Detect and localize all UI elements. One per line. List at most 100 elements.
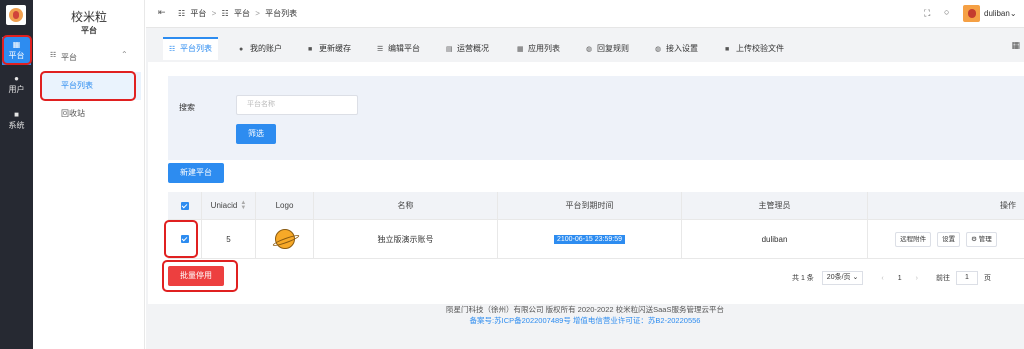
tab-access-settings[interactable]: ◍ 接入设置 [655, 37, 698, 60]
column-header-label: 主管理员 [758, 201, 791, 210]
breadcrumb: ☷ 平台 > ☷ 平台 > 平台列表 [178, 8, 300, 19]
header-actions: ⛶ ○ duliban⌄ [914, 4, 1024, 24]
tab-update-cache[interactable]: ■ 更新缓存 [308, 37, 351, 60]
jump-label: 前往 [935, 275, 950, 282]
tab-label: 我的账户 [250, 44, 282, 53]
cell-name: 独立版演示账号 [314, 220, 498, 258]
avatar[interactable] [963, 5, 980, 22]
tab-reply-rules[interactable]: ◍ 回复规则 [586, 37, 629, 60]
tab-upload-verify[interactable]: ■ 上传校验文件 [725, 37, 784, 60]
sidebar-item-label: 回收站 [61, 109, 85, 118]
refresh-icon[interactable]: ○ [944, 7, 949, 17]
jump-page-input[interactable]: 1 [955, 271, 978, 285]
sidebar-group-label: 平台 [61, 53, 77, 62]
pagination-total: 共 1 条 [792, 275, 814, 282]
rail-item-label: 用户 [8, 85, 25, 94]
user-icon: ● [239, 46, 244, 53]
user-icon: ● [14, 74, 19, 83]
windows-icon: ■ [14, 110, 19, 119]
breadcrumb-current: 平台列表 [265, 9, 298, 18]
rail-item-user[interactable]: ● 用户 [2, 71, 31, 99]
footer-copyright: 陨星门科技（徐州）有限公司 版权所有 2020-2022 校米粒闪送SaaS服务… [446, 305, 724, 314]
content-panel: 搜索 平台名称 筛选 新建平台 Uniacid ▲ ▼ Logo 名称 平台到期时间… [148, 62, 1024, 304]
cell-admin: duliban [682, 220, 868, 258]
sub-sidebar: 校米粒 平台 ☷ 平台 ⌃ 平台列表 回收站 [33, 0, 145, 349]
fullscreen-icon[interactable]: ⛶ [924, 8, 930, 19]
tab-label: 运营概况 [457, 44, 489, 53]
highlight-ring [162, 260, 238, 292]
rail-item-system[interactable]: ■ 系统 [2, 107, 31, 135]
brand-logo [6, 5, 26, 25]
chart-icon: ▤ [446, 46, 453, 53]
chevron-down-icon: ⌄ [1009, 9, 1017, 18]
highlight-ring [40, 71, 136, 101]
table-header: Uniacid ▲ ▼ Logo 名称 平台到期时间 主管理员 操作 [168, 192, 1024, 220]
settings-button[interactable]: 设置 [937, 231, 961, 247]
grid-icon: ☷ [221, 9, 229, 18]
cell-actions: 远程附件 设置 ⚙ 管理 [868, 220, 1024, 258]
page-size-select[interactable]: 20条/页 ⌄ [821, 271, 864, 285]
sort-icon: ▲ ▼ [240, 199, 247, 211]
column-header-admin: 主管理员 [682, 192, 868, 219]
jump-suffix: 页 [983, 275, 991, 282]
chevron-up-icon: ⌃ [121, 50, 128, 59]
tab-edit-platform[interactable]: ☰ 编辑平台 [377, 37, 420, 60]
footer-icp-link[interactable]: 备案号:苏ICP备2022007489号 增值电信营业许可证：苏B2-20220… [146, 315, 1024, 326]
sidebar-group-platform[interactable]: ☷ 平台 ⌃ [33, 50, 145, 64]
apps-icon[interactable]: ▦ [1011, 40, 1020, 51]
highlight-ring [2, 35, 32, 65]
breadcrumb-separator: > [211, 9, 217, 18]
tab-my-account[interactable]: ● 我的账户 [239, 37, 282, 60]
select-all-checkbox[interactable] [168, 192, 202, 219]
tab-app-list[interactable]: ▦ 应用列表 [517, 37, 560, 60]
prev-page-icon[interactable]: ‹ [881, 275, 883, 282]
column-header-name: 名称 [314, 192, 498, 219]
page-size-value: 20条/页 [826, 274, 851, 281]
breadcrumb-separator: > [255, 9, 260, 18]
sidebar-item-recycle-bin[interactable]: 回收站 [41, 100, 141, 128]
tab-platform-list[interactable]: ☷ 平台列表 [163, 37, 218, 60]
new-platform-button[interactable]: 新建平台 [168, 163, 224, 183]
planet-logo-icon [274, 229, 295, 249]
list-icon: ☰ [377, 46, 384, 53]
cell-expire: 2100-06-15 23:59:59 [498, 220, 682, 258]
column-header-label: 名称 [397, 201, 414, 210]
page-footer: 陨星门科技（徐州）有限公司 版权所有 2020-2022 校米粒闪送SaaS服务… [146, 304, 1024, 326]
username: duliban [984, 9, 1010, 18]
grid-icon: ☷ [169, 46, 176, 53]
cell-uniacid: 5 [202, 220, 256, 258]
rail-item-label: 系统 [8, 121, 25, 130]
grid-icon: ☷ [178, 9, 186, 18]
manage-button[interactable]: ⚙ 管理 [966, 231, 997, 247]
chat-icon: ◍ [586, 46, 593, 53]
column-header-actions: 操作 [868, 192, 1024, 219]
search-input[interactable]: 平台名称 [236, 95, 358, 115]
table-row: 5 独立版演示账号 2100-06-15 23:59:59 duliban 远程… [168, 220, 1024, 259]
grid-icon: ☷ [50, 52, 57, 59]
user-menu[interactable]: duliban⌄ [984, 9, 1017, 18]
column-header-label: Uniacid [210, 201, 238, 210]
filter-panel: 搜索 平台名称 筛选 [168, 76, 1024, 160]
tab-label: 应用列表 [528, 44, 560, 53]
column-header-label: 操作 [1000, 201, 1016, 210]
tab-bar: ☷ 平台列表 ● 我的账户 ■ 更新缓存 ☰ 编辑平台 ▤ 运营概况 ▦ 应用列表 ◍ 回复规… [146, 27, 1024, 62]
platform-table: Uniacid ▲ ▼ Logo 名称 平台到期时间 主管理员 操作 5 独立版演示… [168, 192, 1024, 259]
page-number[interactable]: 1 [898, 275, 902, 282]
collapse-menu-icon[interactable]: ⇤ [158, 7, 166, 18]
windows-icon: ■ [308, 46, 313, 53]
highlight-ring [164, 220, 198, 258]
tab-operations[interactable]: ▤ 运营概况 [446, 37, 489, 60]
windows-icon: ■ [725, 46, 730, 53]
cell-logo [256, 220, 314, 258]
column-header-label: 平台到期时间 [565, 201, 614, 210]
top-header: ⇤ ☷ 平台 > ☷ 平台 > 平台列表 ⛶ ○ duliban⌄ [146, 0, 1024, 27]
column-header-uniacid[interactable]: Uniacid ▲ ▼ [202, 192, 256, 219]
breadcrumb-item[interactable]: 平台 [234, 9, 250, 18]
remote-attachment-button[interactable]: 远程附件 [895, 231, 932, 247]
next-page-icon[interactable]: › [916, 275, 918, 282]
tab-label: 更新缓存 [319, 44, 351, 53]
breadcrumb-item[interactable]: 平台 [190, 9, 206, 18]
apps-icon: ▦ [517, 46, 524, 53]
app-root: ▦ 平台 ● 用户 ■ 系统 校米粒 平台 ☷ 平台 ⌃ 平台列表 回收站 ⇤ [0, 0, 1024, 349]
filter-button[interactable]: 筛选 [236, 124, 276, 144]
